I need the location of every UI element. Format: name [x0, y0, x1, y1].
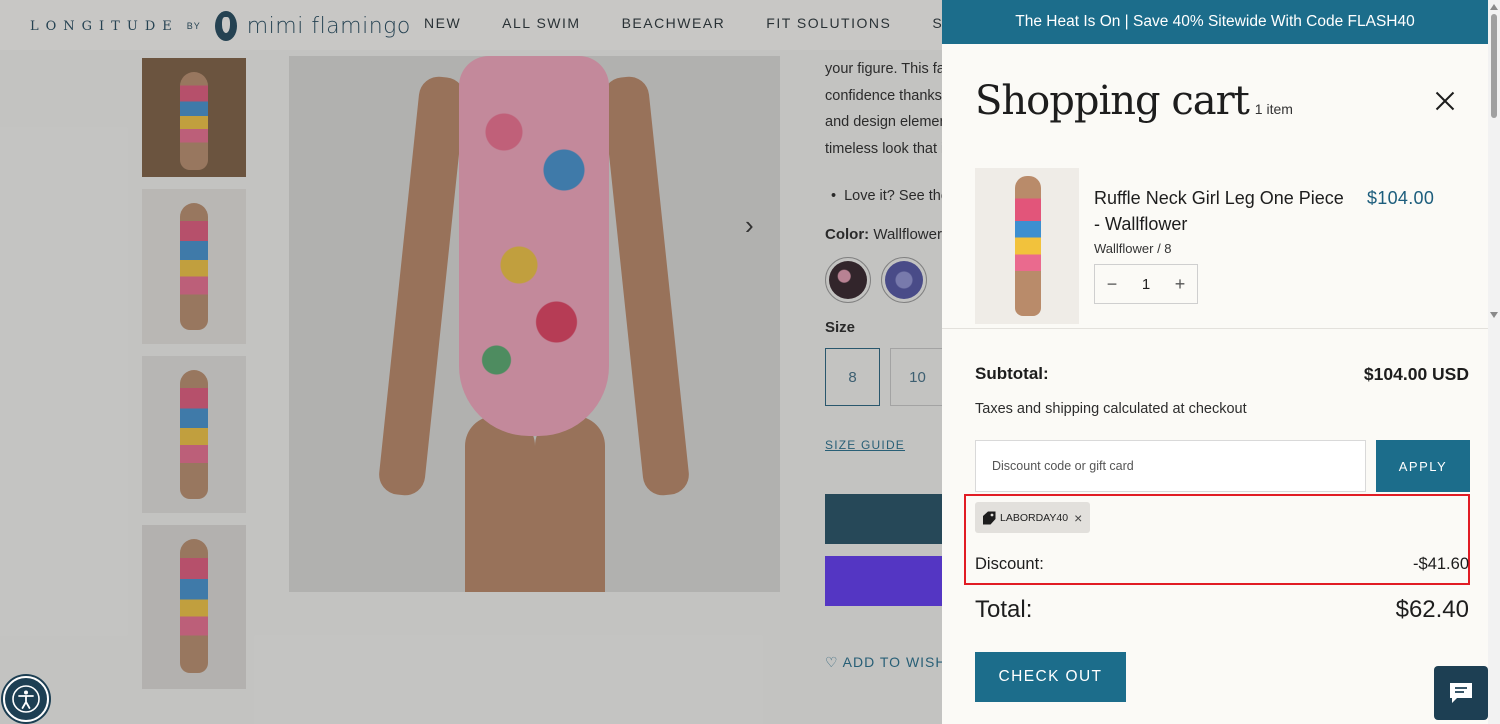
discount-row: Discount: -$41.60: [975, 555, 1469, 574]
discount-label: Discount:: [975, 555, 1044, 573]
applied-code-text: LABORDAY40: [1000, 511, 1069, 524]
cart-item-price: $104.00: [1367, 188, 1435, 208]
discount-value: -$41.60: [1413, 555, 1469, 573]
total-row: Total: $62.40: [975, 596, 1469, 624]
cart-drawer: The Heat Is On | Save 40% Sitewide With …: [942, 0, 1500, 724]
cart-item-name[interactable]: Ruffle Neck Girl Leg One Piece - Wallflo…: [1094, 185, 1344, 237]
quantity-stepper: − 1 +: [1094, 264, 1198, 304]
close-icon[interactable]: [1434, 90, 1456, 112]
page-overlay[interactable]: [0, 0, 942, 724]
discount-code-input[interactable]: [975, 440, 1366, 492]
subtotal-row: Subtotal: $104.00 USD: [975, 364, 1469, 385]
cart-item-image[interactable]: [975, 168, 1079, 324]
cart-line-item: Ruffle Neck Girl Leg One Piece - Wallflo…: [975, 168, 1455, 324]
chat-icon[interactable]: [1434, 666, 1488, 720]
promo-banner[interactable]: The Heat Is On | Save 40% Sitewide With …: [942, 0, 1488, 44]
quantity-value[interactable]: 1: [1129, 276, 1163, 293]
plus-icon[interactable]: +: [1163, 265, 1197, 303]
total-value: $62.40: [1395, 596, 1469, 623]
total-label: Total:: [975, 596, 1033, 623]
apply-button[interactable]: APPLY: [1376, 440, 1470, 492]
cart-title-text: Shopping cart: [975, 78, 1250, 124]
applied-discount-chip: LABORDAY40 ×: [975, 502, 1091, 533]
cart-item-variant: Wallflower / 8: [1094, 241, 1172, 256]
subtotal-label: Subtotal:: [975, 364, 1049, 383]
divider: [942, 328, 1488, 329]
cart-item-count: 1 item: [1254, 101, 1293, 117]
remove-code-icon[interactable]: ×: [1074, 510, 1082, 526]
drawer-scrollbar[interactable]: [1488, 0, 1500, 724]
cart-title: Shopping cart 1 item: [975, 78, 1293, 124]
minus-icon[interactable]: −: [1095, 265, 1129, 303]
checkout-button[interactable]: CHECK OUT: [975, 652, 1126, 702]
accessibility-icon[interactable]: [3, 676, 49, 722]
tag-icon: [983, 511, 996, 524]
tax-note: Taxes and shipping calculated at checkou…: [975, 401, 1247, 417]
subtotal-value: $104.00 USD: [1363, 364, 1469, 384]
